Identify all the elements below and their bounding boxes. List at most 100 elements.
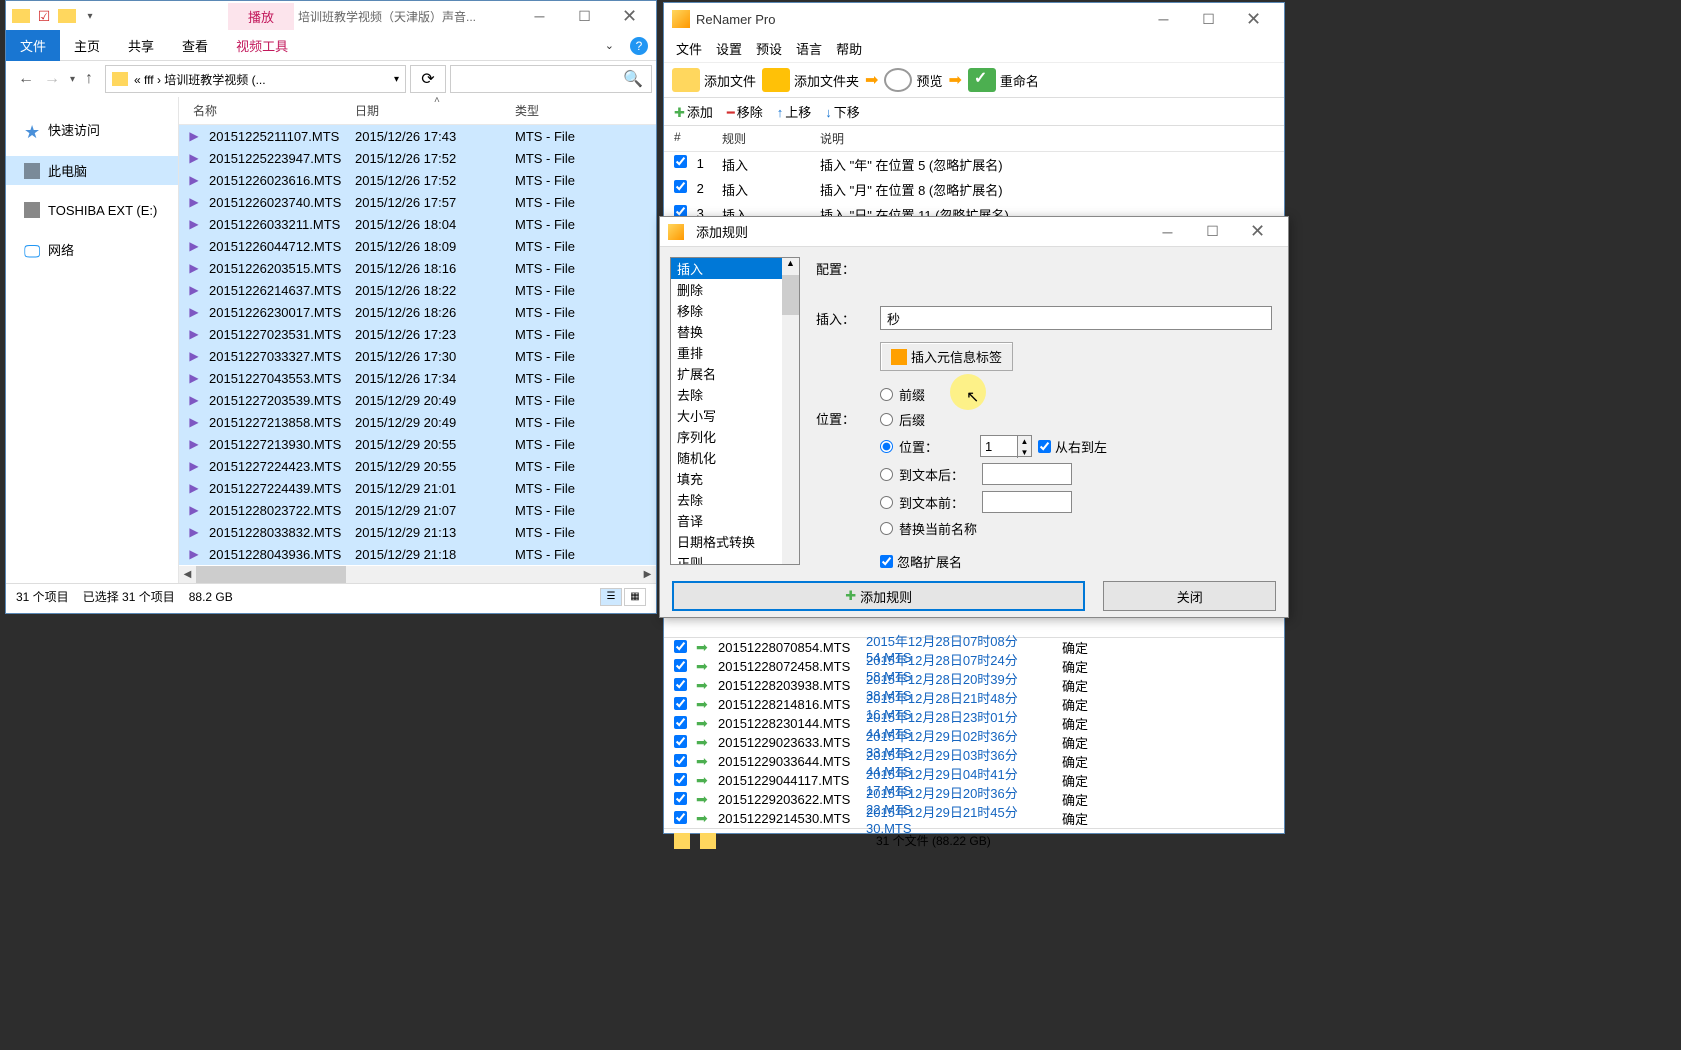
col-rule[interactable]: 规则	[722, 130, 820, 147]
tab-share[interactable]: 共享	[114, 30, 168, 61]
file-checkbox[interactable]	[674, 716, 687, 729]
minimize-button[interactable]: ─	[1141, 5, 1186, 33]
ignore-extension-checkbox[interactable]: 忽略扩展名	[880, 552, 1107, 571]
sidebar-drive-toshiba[interactable]: TOSHIBA EXT (E:)	[6, 197, 178, 223]
maximize-button[interactable]: ☐	[1190, 218, 1235, 246]
rule-checkbox[interactable]	[674, 180, 687, 193]
minimize-button[interactable]: ─	[1145, 218, 1190, 246]
file-row[interactable]: ▶20151226033211.MTS2015/12/26 18:04MTS -…	[179, 213, 656, 235]
file-row[interactable]: ▶20151228043936.MTS2015/12/29 21:18MTS -…	[179, 543, 656, 565]
address-bar[interactable]: « fff › 培训班教学视频 (... ▾	[105, 65, 406, 93]
insert-text-input[interactable]	[880, 306, 1272, 330]
radio-before-text[interactable]: 到文本前：	[880, 493, 964, 512]
minimize-button[interactable]: ─	[517, 2, 562, 30]
file-checkbox[interactable]	[674, 697, 687, 710]
menu-file[interactable]: 文件	[676, 39, 702, 58]
sidebar-network[interactable]: 🖵网络	[6, 235, 178, 264]
file-row[interactable]: ▶20151226044712.MTS2015/12/26 18:09MTS -…	[179, 235, 656, 257]
close-button[interactable]: ✕	[1231, 5, 1276, 33]
maximize-button[interactable]: ☐	[562, 2, 607, 30]
radio-position[interactable]: 位置：	[880, 437, 938, 456]
sidebar-quick-access[interactable]: ★快速访问	[6, 115, 178, 144]
file-row[interactable]: ▶20151227213858.MTS2015/12/29 20:49MTS -…	[179, 411, 656, 433]
close-button[interactable]: ✕	[1235, 218, 1280, 246]
tab-video-tools[interactable]: 视频工具	[222, 30, 302, 61]
rule-type-item[interactable]: 移除	[671, 300, 799, 321]
file-row[interactable]: ▶20151226214637.MTS2015/12/26 18:22MTS -…	[179, 279, 656, 301]
scroll-thumb[interactable]	[782, 275, 799, 315]
rule-checkbox[interactable]	[674, 155, 687, 168]
file-row[interactable]: ▶20151227224423.MTS2015/12/29 20:55MTS -…	[179, 455, 656, 477]
rule-type-item[interactable]: 替换	[671, 321, 799, 342]
file-row[interactable]: ▶20151226230017.MTS2015/12/26 18:26MTS -…	[179, 301, 656, 323]
maximize-button[interactable]: ☐	[1186, 5, 1231, 33]
rule-type-item[interactable]: 正则	[671, 552, 799, 565]
file-checkbox[interactable]	[674, 659, 687, 672]
file-checkbox[interactable]	[674, 678, 687, 691]
menu-presets[interactable]: 预设	[756, 39, 782, 58]
file-row[interactable]: ▶20151228033832.MTS2015/12/29 21:13MTS -…	[179, 521, 656, 543]
rule-type-item[interactable]: 去除	[671, 384, 799, 405]
folder-qat-icon[interactable]	[58, 9, 76, 23]
history-dropdown[interactable]: ▾	[70, 74, 75, 85]
preview-button[interactable]: 预览	[884, 68, 942, 92]
col-desc[interactable]: 说明	[820, 130, 844, 147]
add-rule-button[interactable]: 添加	[674, 102, 713, 121]
rule-type-item[interactable]: 插入	[671, 258, 799, 279]
rule-type-item[interactable]: 日期格式转换	[671, 531, 799, 552]
file-row[interactable]: ▶20151225223947.MTS2015/12/26 17:52MTS -…	[179, 147, 656, 169]
close-button[interactable]: ✕	[607, 2, 652, 30]
file-row[interactable]: ▶20151225211107.MTS2015/12/26 17:43MTS -…	[179, 125, 656, 147]
file-row[interactable]: ▶20151227213930.MTS2015/12/29 20:55MTS -…	[179, 433, 656, 455]
spin-down[interactable]: ▼	[1017, 447, 1031, 458]
refresh-button[interactable]: ⟳	[410, 65, 446, 93]
insert-meta-button[interactable]: 插入元信息标签	[880, 342, 1013, 371]
scrollbar[interactable]: ▲	[782, 258, 799, 564]
col-type[interactable]: 类型	[515, 102, 635, 119]
file-checkbox[interactable]	[674, 735, 687, 748]
rule-type-item[interactable]: 重排	[671, 342, 799, 363]
forward-button[interactable]: →	[44, 70, 60, 88]
preview-row[interactable]: ➡20151229214530.MTS2015年12月29日21时45分30.M…	[664, 809, 1284, 828]
file-row[interactable]: ▶20151227224439.MTS2015/12/29 21:01MTS -…	[179, 477, 656, 499]
qat-dropdown[interactable]: ▾	[82, 8, 98, 24]
file-checkbox[interactable]	[674, 754, 687, 767]
file-checkbox[interactable]	[674, 811, 687, 824]
move-down-button[interactable]: 下移	[825, 102, 860, 121]
search-box[interactable]: 🔍	[450, 65, 652, 93]
file-checkbox[interactable]	[674, 773, 687, 786]
help-icon[interactable]: ?	[630, 37, 648, 55]
right-to-left-checkbox[interactable]: 从右到左	[1038, 437, 1107, 456]
menu-language[interactable]: 语言	[796, 39, 822, 58]
file-row[interactable]: ▶20151227023531.MTS2015/12/26 17:23MTS -…	[179, 323, 656, 345]
sidebar-this-pc[interactable]: 此电脑	[6, 156, 178, 185]
rule-type-item[interactable]: 序列化	[671, 426, 799, 447]
file-row[interactable]: ▶20151226023740.MTS2015/12/26 17:57MTS -…	[179, 191, 656, 213]
scroll-left[interactable]: ◀	[179, 566, 196, 583]
address-dropdown[interactable]: ▾	[394, 74, 399, 85]
rule-row[interactable]: 2插入插入 "月" 在位置 8 (忽略扩展名)	[664, 177, 1284, 202]
tab-view[interactable]: 查看	[168, 30, 222, 61]
view-icons-button[interactable]: ▦	[624, 588, 646, 606]
radio-replace-name[interactable]: 替换当前名称	[880, 519, 1107, 538]
view-details-button[interactable]: ☰	[600, 588, 622, 606]
breadcrumb[interactable]: « fff › 培训班教学视频 (...	[134, 71, 266, 88]
add-rule-confirm-button[interactable]: ✚添加规则	[672, 581, 1085, 611]
menu-help[interactable]: 帮助	[836, 39, 862, 58]
before-text-input[interactable]	[982, 491, 1072, 513]
add-files-button[interactable]: 添加文件	[672, 68, 756, 92]
rename-button[interactable]: 重命名	[968, 68, 1039, 92]
move-up-button[interactable]: 上移	[777, 102, 812, 121]
menu-settings[interactable]: 设置	[716, 39, 742, 58]
file-row[interactable]: ▶20151227043553.MTS2015/12/26 17:34MTS -…	[179, 367, 656, 389]
rule-row[interactable]: 1插入插入 "年" 在位置 5 (忽略扩展名)	[664, 152, 1284, 177]
file-row[interactable]: ▶20151228023722.MTS2015/12/29 21:07MTS -…	[179, 499, 656, 521]
radio-prefix[interactable]: 前缀	[880, 385, 1107, 404]
rule-type-item[interactable]: 音译	[671, 510, 799, 531]
scroll-right[interactable]: ▶	[639, 566, 656, 583]
col-num[interactable]: #	[674, 130, 722, 147]
rule-type-item[interactable]: 大小写	[671, 405, 799, 426]
ribbon-expand[interactable]: ⌄	[597, 39, 622, 52]
up-button[interactable]: ↑	[85, 70, 93, 88]
file-row[interactable]: ▶20151226203515.MTS2015/12/26 18:16MTS -…	[179, 257, 656, 279]
